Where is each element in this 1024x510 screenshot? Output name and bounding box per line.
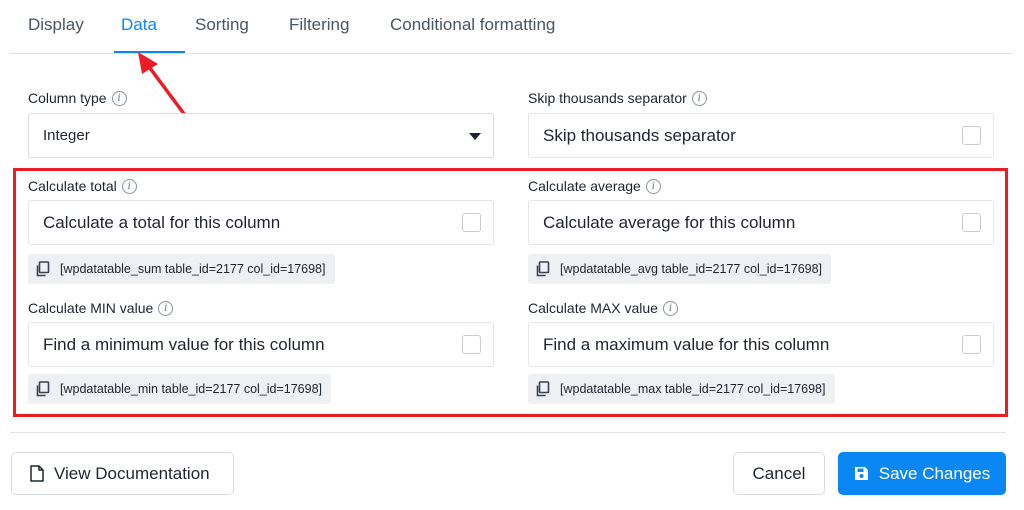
info-icon[interactable]: i — [691, 90, 707, 106]
calculate-max-label: Calculate MAX value i — [528, 300, 678, 316]
calculate-max-shortcode: [wpdatatable_max table_id=2177 col_id=17… — [528, 374, 835, 404]
floppy-disk-icon — [854, 467, 868, 480]
save-changes-label: Save Changes — [878, 463, 991, 483]
calculate-min-label: Calculate MIN value i — [28, 300, 174, 316]
calculate-max-label-text: Calculate MAX value — [528, 300, 658, 316]
calculate-max-checkbox[interactable] — [962, 335, 981, 354]
calculate-min-shortcode: [wpdatatable_min table_id=2177 col_id=17… — [28, 374, 332, 404]
calculate-average-label-text: Calculate average — [528, 178, 641, 194]
calculate-total-label-text: Calculate total — [28, 178, 117, 194]
footer-divider — [10, 432, 1006, 433]
column-type-select[interactable]: Integer — [28, 113, 494, 158]
save-changes-button[interactable]: Save Changes — [838, 452, 1006, 495]
caret-down-icon — [469, 133, 481, 140]
calculate-total-shortcode: [wpdatatable_sum table_id=2177 col_id=17… — [28, 254, 335, 284]
info-icon[interactable]: i — [121, 178, 137, 194]
calculate-min-label-text: Calculate MIN value — [28, 300, 154, 316]
document-icon — [30, 465, 44, 482]
calculate-total-checkbox[interactable] — [462, 213, 481, 232]
calculate-total-shortcode-text: [wpdatatable_sum table_id=2177 col_id=17… — [60, 262, 326, 276]
calculate-max-field: Find a maximum value for this column — [528, 322, 994, 367]
calculate-min-shortcode-text: [wpdatatable_min table_id=2177 col_id=17… — [60, 382, 323, 396]
view-documentation-button[interactable]: View Documentation — [11, 452, 234, 495]
calculate-average-checkbox[interactable] — [962, 213, 981, 232]
tab-sorting[interactable]: Sorting — [195, 15, 249, 35]
copy-icon[interactable] — [35, 381, 51, 397]
calculate-average-shortcode-text: [wpdatatable_avg table_id=2177 col_id=17… — [560, 262, 823, 276]
tab-data[interactable]: Data — [121, 15, 157, 35]
tab-display[interactable]: Display — [28, 15, 84, 35]
cancel-label: Cancel — [752, 463, 806, 483]
calculate-min-checkbox-label: Find a minimum value for this column — [43, 334, 325, 354]
skip-thousands-field: Skip thousands separator — [528, 113, 994, 158]
tab-conditional-formatting[interactable]: Conditional formatting — [390, 15, 555, 35]
copy-icon[interactable] — [35, 261, 51, 277]
skip-thousands-label: Skip thousands separator i — [528, 90, 707, 106]
calculate-average-shortcode: [wpdatatable_avg table_id=2177 col_id=17… — [528, 254, 832, 284]
calculate-average-label: Calculate average i — [528, 178, 661, 194]
info-icon[interactable]: i — [645, 178, 661, 194]
info-icon[interactable]: i — [158, 300, 174, 316]
copy-icon[interactable] — [535, 381, 551, 397]
cancel-button[interactable]: Cancel — [733, 452, 825, 495]
copy-icon[interactable] — [535, 261, 551, 277]
skip-thousands-checkbox-label: Skip thousands separator — [543, 125, 736, 145]
skip-thousands-label-text: Skip thousands separator — [528, 90, 687, 106]
calculate-max-checkbox-label: Find a maximum value for this column — [543, 334, 830, 354]
view-documentation-label: View Documentation — [54, 463, 210, 483]
calculate-max-shortcode-text: [wpdatatable_max table_id=2177 col_id=17… — [560, 382, 826, 396]
column-type-label-text: Column type — [28, 90, 107, 106]
column-type-value: Integer — [43, 127, 90, 144]
info-icon[interactable]: i — [662, 300, 678, 316]
calculate-average-checkbox-label: Calculate average for this column — [543, 212, 796, 232]
calculate-total-label: Calculate total i — [28, 178, 137, 194]
calculate-total-field: Calculate a total for this column — [28, 200, 494, 245]
calculate-average-field: Calculate average for this column — [528, 200, 994, 245]
info-icon[interactable]: i — [111, 90, 127, 106]
column-type-label: Column type i — [28, 90, 127, 106]
tab-filtering[interactable]: Filtering — [289, 15, 349, 35]
calculate-total-checkbox-label: Calculate a total for this column — [43, 212, 281, 232]
calculate-min-checkbox[interactable] — [462, 335, 481, 354]
tab-bar: Display Data Sorting Filtering Condition… — [10, 0, 1012, 54]
calculate-min-field: Find a minimum value for this column — [28, 322, 494, 367]
skip-thousands-checkbox[interactable] — [962, 126, 981, 145]
